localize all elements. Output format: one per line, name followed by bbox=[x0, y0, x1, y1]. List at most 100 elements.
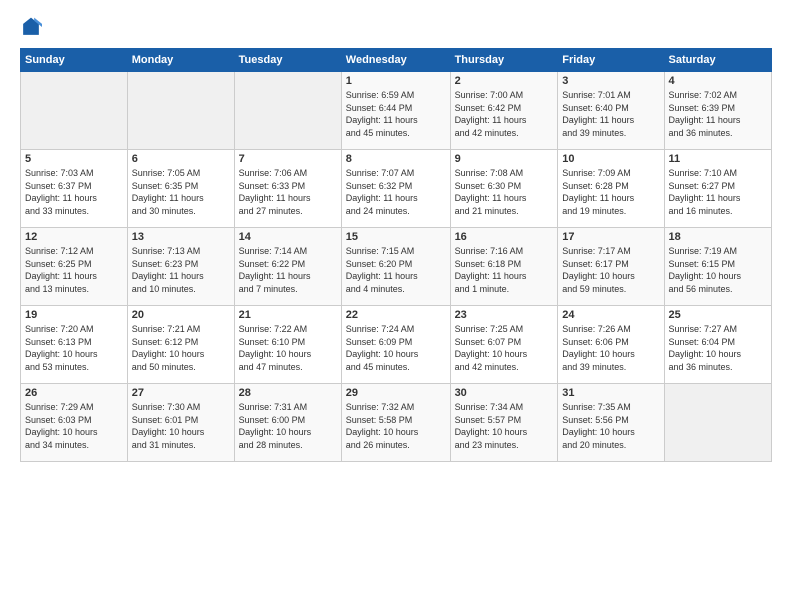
day-number: 3 bbox=[562, 75, 659, 87]
calendar-cell: 28Sunrise: 7:31 AM Sunset: 6:00 PM Dayli… bbox=[234, 384, 341, 462]
header bbox=[20, 16, 772, 38]
day-number: 17 bbox=[562, 231, 659, 243]
day-info: Sunrise: 7:34 AM Sunset: 5:57 PM Dayligh… bbox=[455, 401, 554, 451]
calendar-cell: 6 Sunrise: 7:05 AM Sunset: 6:35 PM Daylig… bbox=[127, 150, 234, 228]
day-number: 31 bbox=[562, 387, 659, 399]
calendar-cell: 21 Sunrise: 7:22 AM Sunset: 6:10 PM Dayli… bbox=[234, 306, 341, 384]
calendar-week-row: 1Sunrise: 6:59 AM Sunset: 6:44 PM Daylig… bbox=[21, 72, 772, 150]
day-number: 6 bbox=[132, 153, 230, 165]
calendar-cell: 23 Sunrise: 7:25 AM Sunset: 6:07 PM Dayli… bbox=[450, 306, 558, 384]
weekday-header: Tuesday bbox=[234, 49, 341, 72]
day-number: 14 bbox=[239, 231, 337, 243]
calendar-cell: 7 Sunrise: 7:06 AM Sunset: 6:33 PM Daylig… bbox=[234, 150, 341, 228]
day-info: Sunrise: 7:09 AM Sunset: 6:28 PM Dayligh… bbox=[562, 167, 659, 217]
calendar-cell: 22 Sunrise: 7:24 AM Sunset: 6:09 PM Dayli… bbox=[341, 306, 450, 384]
day-number: 11 bbox=[669, 153, 767, 165]
day-number: 12 bbox=[25, 231, 123, 243]
day-info: Sunrise: 7:10 AM Sunset: 6:27 PM Dayligh… bbox=[669, 167, 767, 217]
day-info: Sunrise: 7:08 AM Sunset: 6:30 PM Dayligh… bbox=[455, 167, 554, 217]
calendar-cell: 1Sunrise: 6:59 AM Sunset: 6:44 PM Daylig… bbox=[341, 72, 450, 150]
day-number: 4 bbox=[669, 75, 767, 87]
calendar-cell: 27 Sunrise: 7:30 AM Sunset: 6:01 PM Dayli… bbox=[127, 384, 234, 462]
day-number: 18 bbox=[669, 231, 767, 243]
day-info: Sunrise: 7:01 AM Sunset: 6:40 PM Dayligh… bbox=[562, 89, 659, 139]
calendar-cell: 25 Sunrise: 7:27 AM Sunset: 6:04 PM Dayli… bbox=[664, 306, 771, 384]
day-info: Sunrise: 7:25 AM Sunset: 6:07 PM Dayligh… bbox=[455, 323, 554, 373]
day-number: 23 bbox=[455, 309, 554, 321]
logo bbox=[20, 16, 46, 38]
day-info: Sunrise: 7:35 AM Sunset: 5:56 PM Dayligh… bbox=[562, 401, 659, 451]
day-number: 27 bbox=[132, 387, 230, 399]
calendar-cell: 29 Sunrise: 7:32 AM Sunset: 5:58 PM Dayli… bbox=[341, 384, 450, 462]
weekday-header: Saturday bbox=[664, 49, 771, 72]
day-number: 20 bbox=[132, 309, 230, 321]
calendar-cell: 31 Sunrise: 7:35 AM Sunset: 5:56 PM Dayli… bbox=[558, 384, 664, 462]
day-number: 2 bbox=[455, 75, 554, 87]
day-info: Sunrise: 7:07 AM Sunset: 6:32 PM Dayligh… bbox=[346, 167, 446, 217]
calendar-cell: 9 Sunrise: 7:08 AM Sunset: 6:30 PM Daylig… bbox=[450, 150, 558, 228]
day-info: Sunrise: 7:20 AM Sunset: 6:13 PM Dayligh… bbox=[25, 323, 123, 373]
logo-icon bbox=[20, 16, 42, 38]
calendar-cell bbox=[127, 72, 234, 150]
day-number: 24 bbox=[562, 309, 659, 321]
calendar-cell: 16 Sunrise: 7:16 AM Sunset: 6:18 PM Dayli… bbox=[450, 228, 558, 306]
day-info: Sunrise: 7:15 AM Sunset: 6:20 PM Dayligh… bbox=[346, 245, 446, 295]
day-info: Sunrise: 7:26 AM Sunset: 6:06 PM Dayligh… bbox=[562, 323, 659, 373]
calendar-cell: 18 Sunrise: 7:19 AM Sunset: 6:15 PM Dayli… bbox=[664, 228, 771, 306]
day-number: 16 bbox=[455, 231, 554, 243]
day-info: Sunrise: 7:06 AM Sunset: 6:33 PM Dayligh… bbox=[239, 167, 337, 217]
calendar-cell: 24 Sunrise: 7:26 AM Sunset: 6:06 PM Dayli… bbox=[558, 306, 664, 384]
day-number: 19 bbox=[25, 309, 123, 321]
day-info: Sunrise: 7:32 AM Sunset: 5:58 PM Dayligh… bbox=[346, 401, 446, 451]
day-info: Sunrise: 7:22 AM Sunset: 6:10 PM Dayligh… bbox=[239, 323, 337, 373]
day-number: 30 bbox=[455, 387, 554, 399]
calendar-cell: 13Sunrise: 7:13 AM Sunset: 6:23 PM Dayli… bbox=[127, 228, 234, 306]
day-number: 26 bbox=[25, 387, 123, 399]
day-number: 21 bbox=[239, 309, 337, 321]
day-number: 25 bbox=[669, 309, 767, 321]
calendar-cell: 12 Sunrise: 7:12 AM Sunset: 6:25 PM Dayli… bbox=[21, 228, 128, 306]
calendar-table: SundayMondayTuesdayWednesdayThursdayFrid… bbox=[20, 48, 772, 462]
day-number: 10 bbox=[562, 153, 659, 165]
day-info: Sunrise: 7:30 AM Sunset: 6:01 PM Dayligh… bbox=[132, 401, 230, 451]
day-number: 9 bbox=[455, 153, 554, 165]
day-info: Sunrise: 7:12 AM Sunset: 6:25 PM Dayligh… bbox=[25, 245, 123, 295]
day-number: 22 bbox=[346, 309, 446, 321]
day-number: 1 bbox=[346, 75, 446, 87]
day-info: Sunrise: 7:24 AM Sunset: 6:09 PM Dayligh… bbox=[346, 323, 446, 373]
calendar-week-row: 12 Sunrise: 7:12 AM Sunset: 6:25 PM Dayli… bbox=[21, 228, 772, 306]
day-info: Sunrise: 7:17 AM Sunset: 6:17 PM Dayligh… bbox=[562, 245, 659, 295]
page: SundayMondayTuesdayWednesdayThursdayFrid… bbox=[0, 0, 792, 612]
day-info: Sunrise: 7:31 AM Sunset: 6:00 PM Dayligh… bbox=[239, 401, 337, 451]
calendar-cell: 17 Sunrise: 7:17 AM Sunset: 6:17 PM Dayli… bbox=[558, 228, 664, 306]
calendar-cell: 11 Sunrise: 7:10 AM Sunset: 6:27 PM Dayli… bbox=[664, 150, 771, 228]
day-info: Sunrise: 7:03 AM Sunset: 6:37 PM Dayligh… bbox=[25, 167, 123, 217]
day-number: 7 bbox=[239, 153, 337, 165]
calendar-cell: 30 Sunrise: 7:34 AM Sunset: 5:57 PM Dayli… bbox=[450, 384, 558, 462]
day-number: 29 bbox=[346, 387, 446, 399]
calendar-cell bbox=[21, 72, 128, 150]
weekday-header: Monday bbox=[127, 49, 234, 72]
weekday-header: Wednesday bbox=[341, 49, 450, 72]
weekday-header: Thursday bbox=[450, 49, 558, 72]
day-number: 8 bbox=[346, 153, 446, 165]
calendar-cell: 3 Sunrise: 7:01 AM Sunset: 6:40 PM Daylig… bbox=[558, 72, 664, 150]
calendar-week-row: 26 Sunrise: 7:29 AM Sunset: 6:03 PM Dayli… bbox=[21, 384, 772, 462]
day-info: Sunrise: 7:29 AM Sunset: 6:03 PM Dayligh… bbox=[25, 401, 123, 451]
day-number: 15 bbox=[346, 231, 446, 243]
day-info: Sunrise: 7:16 AM Sunset: 6:18 PM Dayligh… bbox=[455, 245, 554, 295]
calendar-cell: 5Sunrise: 7:03 AM Sunset: 6:37 PM Daylig… bbox=[21, 150, 128, 228]
calendar-week-row: 19 Sunrise: 7:20 AM Sunset: 6:13 PM Dayli… bbox=[21, 306, 772, 384]
calendar-cell: 4 Sunrise: 7:02 AM Sunset: 6:39 PM Daylig… bbox=[664, 72, 771, 150]
calendar-cell: 15 Sunrise: 7:15 AM Sunset: 6:20 PM Dayli… bbox=[341, 228, 450, 306]
day-info: Sunrise: 7:19 AM Sunset: 6:15 PM Dayligh… bbox=[669, 245, 767, 295]
day-info: Sunrise: 7:27 AM Sunset: 6:04 PM Dayligh… bbox=[669, 323, 767, 373]
day-info: Sunrise: 7:05 AM Sunset: 6:35 PM Dayligh… bbox=[132, 167, 230, 217]
calendar-cell: 8 Sunrise: 7:07 AM Sunset: 6:32 PM Daylig… bbox=[341, 150, 450, 228]
day-info: Sunrise: 7:02 AM Sunset: 6:39 PM Dayligh… bbox=[669, 89, 767, 139]
day-info: Sunrise: 7:21 AM Sunset: 6:12 PM Dayligh… bbox=[132, 323, 230, 373]
calendar-cell: 19 Sunrise: 7:20 AM Sunset: 6:13 PM Dayli… bbox=[21, 306, 128, 384]
calendar-cell bbox=[664, 384, 771, 462]
day-number: 13 bbox=[132, 231, 230, 243]
day-info: Sunrise: 7:00 AM Sunset: 6:42 PM Dayligh… bbox=[455, 89, 554, 139]
